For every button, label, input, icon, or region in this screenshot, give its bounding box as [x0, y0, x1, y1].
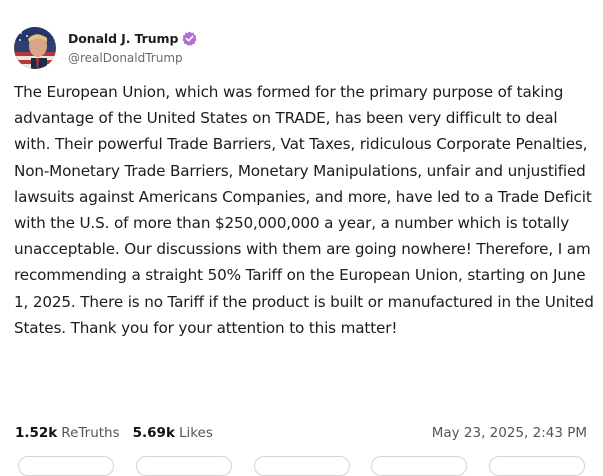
post-body-text: The European Union, which was formed for… — [14, 83, 594, 337]
user-handle[interactable]: @realDonaldTrump — [68, 51, 197, 65]
post-card: Donald J. Trump @realDonaldTrump The Eur… — [0, 0, 603, 476]
like-button[interactable] — [253, 456, 350, 476]
profile-photo-icon — [14, 27, 56, 69]
author-block: Donald J. Trump @realDonaldTrump — [68, 29, 197, 65]
reply-button[interactable] — [18, 456, 114, 476]
retruth-button[interactable] — [135, 456, 232, 476]
post-timestamp[interactable]: May 23, 2025, 2:43 PM — [432, 425, 587, 441]
display-name[interactable]: Donald J. Trump — [68, 31, 178, 46]
retruths-count[interactable]: 1.52k — [15, 425, 57, 441]
post-stats: 1.52k ReTruths 5.69k Likes — [15, 425, 213, 441]
share-button[interactable] — [371, 456, 468, 476]
retruths-label[interactable]: ReTruths — [61, 425, 119, 441]
verified-badge-icon — [182, 31, 197, 46]
likes-count[interactable]: 5.69k — [133, 425, 175, 441]
action-bar — [0, 456, 603, 476]
more-button[interactable] — [489, 456, 585, 476]
likes-label[interactable]: Likes — [179, 425, 213, 441]
name-row: Donald J. Trump — [68, 29, 197, 47]
avatar[interactable] — [14, 27, 56, 69]
